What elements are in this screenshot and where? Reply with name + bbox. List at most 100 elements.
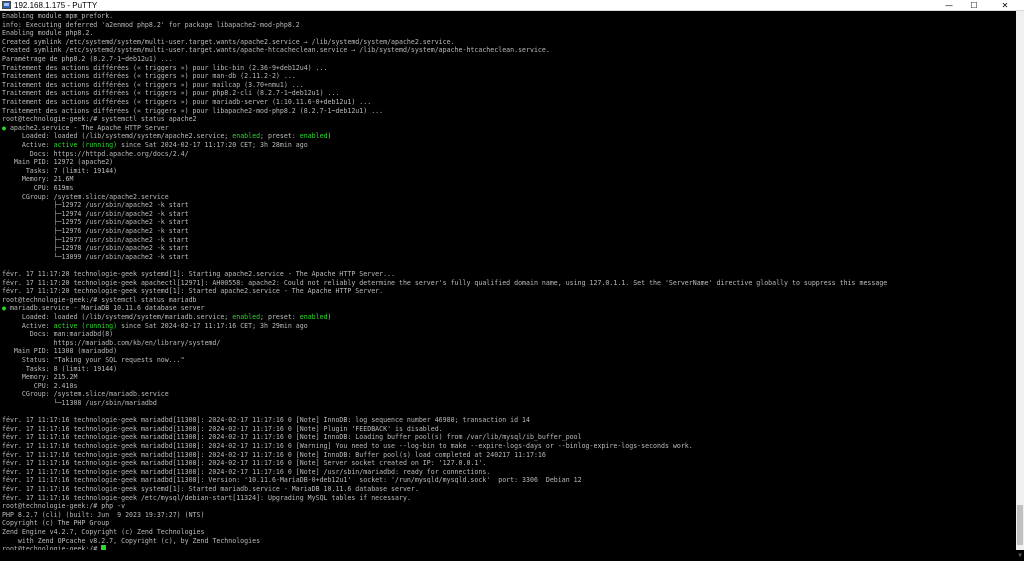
- terminal-text: CGroup: /system.slice/mariadb.service: [2, 390, 169, 399]
- terminal-line: └─11308 /usr/sbin/mariadbd: [2, 399, 157, 408]
- terminal-text: févr. 17 11:17:16 technologie-geek /etc/…: [2, 493, 411, 502]
- terminal-text: févr. 17 11:17:20 technologie-geek syste…: [2, 287, 384, 296]
- terminal-text: ├─12978 /usr/sbin/apache2 -k start: [2, 244, 189, 253]
- terminal-line: Tasks: 8 (limit: 19144): [2, 365, 117, 374]
- terminal-line: févr. 17 11:17:16 technologie-geek maria…: [2, 451, 546, 460]
- terminal-line: févr. 17 11:17:20 technologie-geek syste…: [2, 287, 383, 296]
- terminal-text: active (running): [53, 321, 118, 330]
- terminal-text: Traitement des actions différées (« trig…: [2, 98, 372, 106]
- terminal-text: ├─12977 /usr/sbin/apache2 -k start: [2, 235, 189, 244]
- scrollbar-thumb[interactable]: [1017, 505, 1023, 545]
- terminal-text: Docs: man:mariadbd(8): [2, 330, 114, 339]
- terminal-text: ├─12975 /usr/sbin/apache2 -k start: [2, 218, 189, 227]
- terminal-text: févr. 17 11:17:16 technologie-geek maria…: [2, 459, 487, 468]
- terminal-output[interactable]: Enabling module mpm_prefork. info: Execut…: [0, 11, 1016, 550]
- terminal-line: ├─12978 /usr/sbin/apache2 -k start: [2, 244, 189, 253]
- terminal-text: févr. 17 11:17:16 technologie-geek syste…: [2, 485, 419, 493]
- terminal-text: Tasks: 7 (limit: 19144): [2, 166, 118, 175]
- terminal-text: CPU: 619ms: [2, 184, 74, 192]
- terminal-line: with Zend OPcache v8.2.7, Copyright (c),…: [2, 537, 260, 546]
- terminal-text: enabled: [299, 313, 328, 321]
- terminal-text: root@technologie-geek:/# php -v: [2, 502, 126, 511]
- terminal-text: Traitement des actions différées (« trig…: [2, 106, 384, 115]
- terminal-text: févr. 17 11:17:16 technologie-geek maria…: [2, 476, 582, 485]
- terminal-text: https://mariadb.com/kb/en/library/system…: [2, 338, 221, 347]
- terminal-line: févr. 17 11:17:20 technologie-geek apach…: [2, 279, 887, 288]
- terminal-line: CPU: 619ms: [2, 184, 74, 193]
- title-bar[interactable]: 192.168.1.175 - PuTTY — ☐ ✕: [0, 0, 1024, 11]
- putty-app-icon[interactable]: [2, 1, 11, 9]
- terminal-text: since Sat 2024-02-17 11:17:16 CET; 3h 29…: [117, 321, 308, 330]
- terminal-text: info: Executing deferred 'a2enmod php8.2…: [2, 20, 300, 29]
- terminal-line: Traitement des actions différées (« trig…: [2, 64, 328, 73]
- terminal-line: Traitement des actions différées (« trig…: [2, 98, 371, 107]
- terminal-text: Memory: 21.6M: [2, 175, 74, 184]
- terminal-line: https://mariadb.com/kb/en/library/system…: [2, 338, 221, 348]
- terminal-line: Memory: 21.6M: [2, 175, 74, 184]
- vertical-scrollbar[interactable]: ▼: [1016, 11, 1024, 559]
- terminal-line: févr. 17 11:17:16 technologie-geek maria…: [2, 416, 530, 425]
- terminal-line: févr. 17 11:17:16 technologie-geek maria…: [2, 468, 490, 477]
- terminal-text: since Sat 2024-02-17 11:17:20 CET; 3h 28…: [117, 141, 308, 149]
- terminal-text: └─11308 /usr/sbin/mariadbd: [2, 399, 157, 407]
- terminal-text: root@technologie-geek:/# systemctl statu…: [2, 295, 197, 304]
- close-button[interactable]: ✕: [990, 0, 1020, 11]
- terminal-text: with Zend OPcache v8.2.7, Copyright (c),…: [2, 536, 261, 545]
- terminal-line: Enabling module mpm_prefork.: [2, 12, 113, 21]
- terminal-text: févr. 17 11:17:16 technologie-geek maria…: [2, 433, 582, 442]
- terminal-line: févr. 17 11:17:16 technologie-geek syste…: [2, 485, 419, 494]
- terminal-line: févr. 17 11:17:16 technologie-geek maria…: [2, 476, 582, 485]
- terminal-line: févr. 17 11:17:16 technologie-geek /etc/…: [2, 494, 411, 503]
- terminal-line: Memory: 215.2M: [2, 373, 78, 382]
- terminal-line: Paramétrage de php8.2 (8.2.7-1~deb12u1) …: [2, 55, 173, 64]
- terminal-text: Main PID: 11308 (mariadbd): [2, 347, 118, 356]
- terminal-line: Traitement des actions différées (« trig…: [2, 81, 304, 90]
- minimize-button[interactable]: —: [937, 0, 961, 11]
- terminal-line: Main PID: 12972 (apache2): [2, 158, 113, 167]
- terminal-line: └─13099 /usr/sbin/apache2 -k start: [2, 253, 189, 262]
- putty-window: 192.168.1.175 - PuTTY — ☐ ✕ Enabling mod…: [0, 0, 1024, 559]
- terminal-text: Docs: https://httpd.apache.org/docs/2.4/: [2, 149, 189, 158]
- terminal-line: Loaded: loaded (/lib/systemd/system/mari…: [2, 313, 332, 322]
- terminal-text: ): [327, 132, 332, 141]
- terminal-text: Enabling module php8.2.: [2, 29, 94, 38]
- terminal-line: ● mariadb.service - MariaDB 10.11.6 data…: [2, 304, 204, 313]
- terminal-line: Status: "Taking your SQL requests now...…: [2, 356, 185, 365]
- terminal-text: apache2.service - The Apache HTTP Server: [5, 123, 169, 132]
- terminal-text: Tasks: 8 (limit: 19144): [2, 364, 118, 373]
- terminal-text: Loaded: loaded (/lib/systemd/system/mari…: [2, 313, 233, 321]
- terminal-text: mariadb.service - MariaDB 10.11.6 databa…: [5, 304, 205, 313]
- terminal-text: root@technologie-geek:/# systemctl statu…: [2, 115, 197, 124]
- window-title: 192.168.1.175 - PuTTY: [14, 1, 98, 10]
- terminal-text: enabled: [232, 132, 261, 141]
- terminal-text: Status: "Taking your SQL requests now...…: [2, 356, 185, 364]
- terminal-text: CGroup: /system.slice/apache2.service: [2, 192, 169, 201]
- terminal-line: root@technologie-geek:/# php -v: [2, 502, 125, 511]
- terminal-line: Main PID: 11308 (mariadbd): [2, 347, 117, 356]
- terminal-line: Loaded: loaded (/lib/systemd/system/apac…: [2, 132, 332, 141]
- terminal-text: Active:: [2, 141, 54, 149]
- maximize-button[interactable]: ☐: [962, 0, 986, 11]
- terminal-text: Created symlink /etc/systemd/system/mult…: [2, 37, 455, 46]
- terminal-text: févr. 17 11:17:16 technologie-geek maria…: [2, 467, 491, 476]
- terminal-line: ● apache2.service - The Apache HTTP Serv…: [2, 124, 169, 133]
- terminal-text: Zend Engine v4.2.7, Copyright (c) Zend T…: [2, 528, 205, 536]
- terminal-text: ): [327, 313, 332, 321]
- terminal-text: ├─12976 /usr/sbin/apache2 -k start: [2, 227, 189, 235]
- terminal-line: Active: active (running) since Sat 2024-…: [2, 322, 308, 331]
- terminal-line: Active: active (running) since Sat 2024-…: [2, 141, 308, 150]
- terminal-line: root@technologie-geek:/# systemctl statu…: [2, 296, 197, 305]
- terminal-line: févr. 17 11:17:16 technologie-geek maria…: [2, 442, 693, 451]
- terminal-text: ├─12974 /usr/sbin/apache2 -k start: [2, 209, 189, 218]
- terminal-line: info: Executing deferred 'a2enmod php8.2…: [2, 21, 300, 30]
- terminal-text: févr. 17 11:17:16 technologie-geek maria…: [2, 442, 693, 450]
- terminal-line: ├─12977 /usr/sbin/apache2 -k start: [2, 236, 189, 245]
- terminal-line: ├─12976 /usr/sbin/apache2 -k start: [2, 227, 189, 236]
- terminal-line: Created symlink /etc/systemd/system/mult…: [2, 46, 550, 55]
- terminal-line: Docs: man:mariadbd(8): [2, 330, 113, 339]
- terminal-line: CPU: 2.410s: [2, 382, 78, 391]
- terminal-text: Copyright (c) The PHP Group: [2, 519, 110, 528]
- terminal-line: ├─12975 /usr/sbin/apache2 -k start: [2, 218, 189, 227]
- scroll-down-arrow-icon[interactable]: ▼: [1016, 551, 1024, 561]
- terminal-text: févr. 17 11:17:16 technologie-geek maria…: [2, 424, 443, 433]
